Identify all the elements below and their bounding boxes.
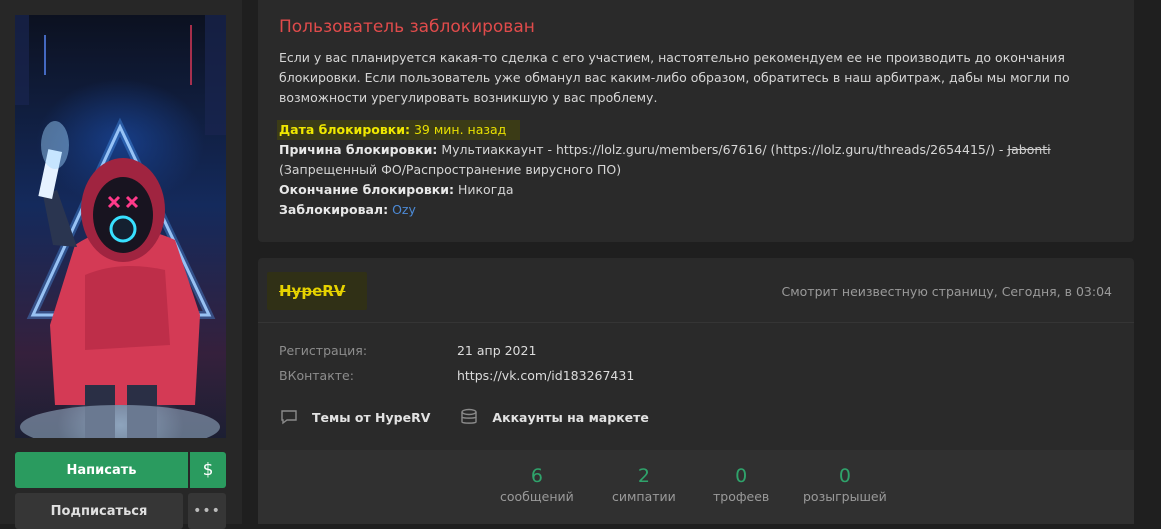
profile-header: HypeRV Смотрит неизвестную страницу, Сег… <box>258 258 1134 323</box>
info-label: Регистрация: <box>279 343 368 358</box>
market-link[interactable]: Аккаунты на маркете <box>460 408 649 426</box>
ban-end-value: Никогда <box>457 182 514 197</box>
chat-bubble-icon <box>281 410 297 425</box>
ban-end-label: Окончание блокировки: <box>279 182 454 197</box>
last-seen-status: Смотрит неизвестную страницу, Сегодня, в… <box>781 284 1113 299</box>
ban-reason-extra: (Запрещенный ФО/Распространение вирусног… <box>279 162 622 177</box>
profile-links: Темы от HypeRV Аккаунты на маркете <box>280 408 679 426</box>
stat-value: 0 <box>735 465 748 487</box>
write-message-button[interactable]: Написать <box>15 452 188 488</box>
info-row-registration: Регистрация: 21 апр 2021 <box>279 343 536 358</box>
profile-sidebar: Написать $ Подписаться ••• <box>0 0 242 529</box>
ban-reason-user-link[interactable]: Jabonti <box>1007 142 1050 157</box>
stat-messages[interactable]: 6 сообщений <box>500 464 574 506</box>
ban-date-line: Дата блокировки: 39 мин. назад <box>277 120 1113 140</box>
ban-by-label: Заблокировал: <box>279 202 389 217</box>
info-row-vk: ВКонтакте: https://vk.com/id183267431 <box>279 368 634 383</box>
info-label: ВКонтакте: <box>279 368 354 383</box>
threads-link[interactable]: Темы от HypeRV <box>280 409 430 425</box>
stat-label: сообщений <box>500 489 574 504</box>
stat-label: симпатии <box>612 489 676 504</box>
stat-label: розыгрышей <box>803 489 887 504</box>
stat-value: 0 <box>838 465 851 487</box>
avatar[interactable] <box>15 15 226 438</box>
ban-warning-text: Если у вас планируется какая-то сделка с… <box>279 50 1070 105</box>
profile-card: HypeRV Смотрит неизвестную страницу, Сег… <box>258 258 1134 524</box>
stat-trophies[interactable]: 0 трофеев <box>713 464 769 506</box>
stat-value: 2 <box>637 465 650 487</box>
username: HypeRV <box>279 282 346 300</box>
ban-date-value: 39 мин. назад <box>413 122 507 137</box>
ban-reason-label: Причина блокировки: <box>279 142 438 157</box>
ban-date-label: Дата блокировки: <box>279 122 410 137</box>
ban-by-moderator-link[interactable]: Ozy <box>392 202 416 217</box>
avatar-illustration <box>15 15 226 438</box>
stat-label: трофеев <box>713 489 770 504</box>
info-value: 21 апр 2021 <box>456 343 537 358</box>
ban-reason-value: Мультиаккаунт - https://lolz.guru/member… <box>441 142 1004 157</box>
database-icon <box>461 408 478 424</box>
profile-stats: 6 сообщений 2 симпатии 0 трофеев 0 розыг… <box>258 450 1134 524</box>
ban-title: Пользователь заблокирован <box>279 17 535 37</box>
dollar-icon[interactable]: $ <box>190 452 226 488</box>
vk-link[interactable]: https://vk.com/id183267431 <box>457 368 634 383</box>
threads-link-label: Темы от HypeRV <box>312 409 431 425</box>
stat-likes[interactable]: 2 симпатии <box>612 464 676 506</box>
ban-by-line: Заблокировал: Ozy <box>279 200 1113 220</box>
stat-giveaways[interactable]: 0 розыгрышей <box>803 464 887 506</box>
username-highlight: HypeRV <box>267 272 367 310</box>
stat-value: 6 <box>530 465 543 487</box>
ban-notice: Пользователь заблокирован Если у вас пла… <box>258 0 1134 242</box>
market-link-label: Аккаунты на маркете <box>492 409 649 425</box>
ban-end-line: Окончание блокировки: Никогда <box>279 180 1113 200</box>
ban-reason-line: Причина блокировки: Мультиаккаунт - http… <box>279 140 1113 160</box>
